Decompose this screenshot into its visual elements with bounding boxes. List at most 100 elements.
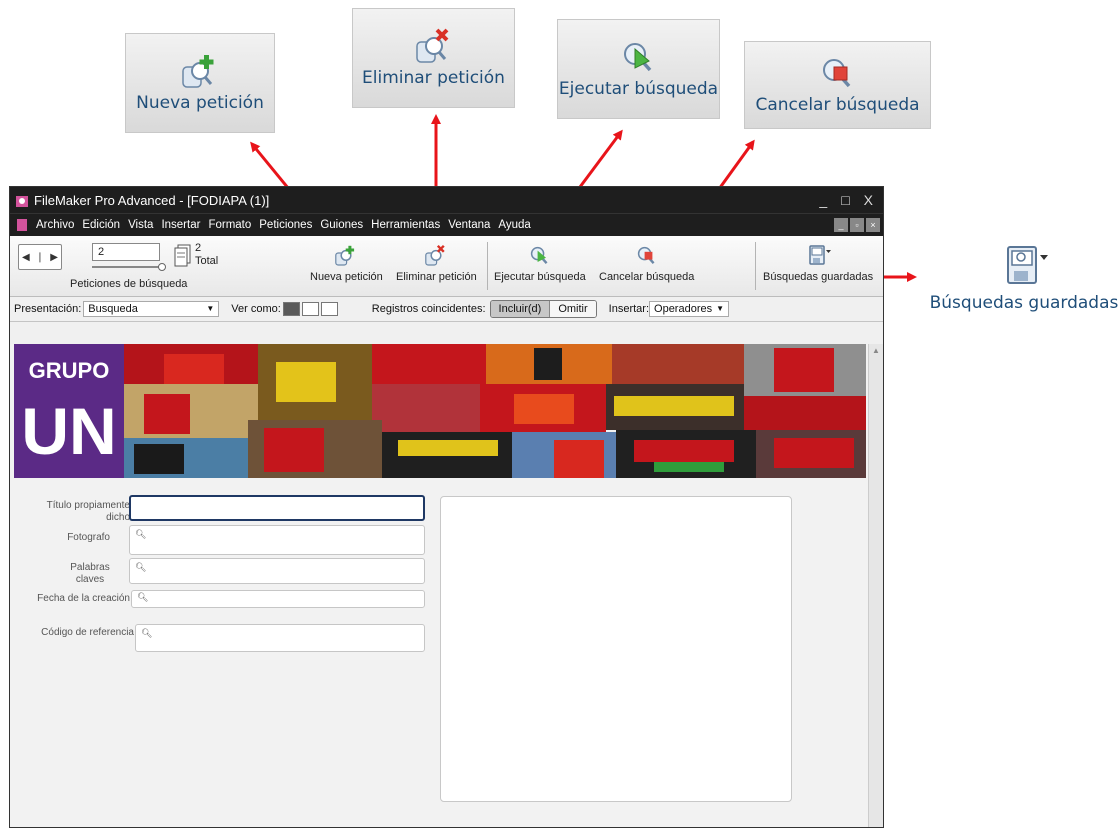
filemaker-window: FileMaker Pro Advanced - [FODIAPA (1)] _… [9,186,884,828]
callout-cancelar-label: Cancelar búsqueda [755,95,920,115]
view-form-button[interactable] [282,302,300,316]
next-record-icon[interactable]: ▶ [50,252,58,263]
nueva-peticion-label: Nueva petición [310,271,383,283]
titulo-field[interactable] [129,495,425,521]
callout-cancelar-busqueda: Cancelar búsqueda [744,41,931,129]
match-toggle: Incluir(d) Omitir [489,300,597,318]
photo-collage [124,344,866,478]
callout-nueva-label: Nueva petición [136,93,264,113]
new-request-icon [335,245,355,266]
menu-vista[interactable]: Vista [128,219,153,231]
incluir-button[interactable]: Incluir(d) [490,301,550,317]
menu-formato[interactable]: Formato [208,219,251,231]
filemaker-logo-icon [16,196,28,207]
total-count: 2 [195,242,202,254]
minimize-button[interactable]: _ [819,192,827,208]
window-title: FileMaker Pro Advanced - [FODIAPA (1)] [34,192,270,208]
cancelar-busqueda-button[interactable]: Cancelar búsqueda [599,244,694,283]
search-icon: 🔍︎ [137,592,149,602]
menu-bar: Archivo Edición Vista Insertar Formato P… [10,213,883,236]
callout-eliminar-label: Eliminar petición [362,68,505,88]
fotografo-field[interactable]: 🔍︎ [129,525,425,555]
search-icon: 🔍︎ [135,529,147,539]
saved-searches-icon [809,245,832,265]
photo-container-field[interactable] [440,496,792,802]
insertar-label: Insertar: [608,303,650,315]
titulo-label: Título propiamente dicho [46,500,130,523]
fecha-label: Fecha de la creación [37,593,130,604]
saved-searches-icon [1007,246,1048,284]
menu-archivo[interactable]: Archivo [36,219,74,231]
record-slider[interactable] [92,263,166,271]
callout-busquedas-guardadas: Búsquedas guardadas [930,228,1118,328]
presentacion-dropdown[interactable]: Busqueda ▼ [83,301,220,317]
callout-eliminar-peticion: Eliminar petición [352,8,515,108]
palabras-field[interactable]: 🔍︎ [129,558,425,584]
presentacion-label: Presentación: [14,303,82,315]
delete-request-icon [425,244,445,266]
book-navigator[interactable]: ◀ ❘ ▶ [18,244,62,270]
close-button[interactable]: X [864,192,873,208]
chevron-down-icon: ▼ [716,304,725,313]
layout-bar: Presentación: Busqueda ▼ Ver como: Regis… [10,297,883,322]
maximize-button[interactable]: □ [841,192,849,208]
fotografo-label: Fotografo [67,532,110,543]
scroll-up-icon[interactable]: ▲ [872,346,880,355]
execute-search-icon [623,43,651,72]
view-list-button[interactable] [301,302,319,316]
mdi-minimize-button[interactable]: _ [834,218,848,232]
ejecutar-busqueda-label: Ejecutar búsqueda [494,271,586,283]
menu-herramientas[interactable]: Herramientas [371,219,440,231]
codigo-field[interactable]: 🔍︎ [135,624,425,652]
new-request-icon [182,55,214,88]
menu-ayuda[interactable]: Ayuda [498,219,530,231]
ejecutar-busqueda-button[interactable]: Ejecutar búsqueda [494,244,586,283]
menu-ventana[interactable]: Ventana [448,219,490,231]
record-number-input[interactable]: 2 [92,243,160,261]
callout-ejecutar-label: Ejecutar búsqueda [558,79,719,99]
eliminar-peticion-label: Eliminar petición [396,271,477,283]
menu-insertar[interactable]: Insertar [161,219,200,231]
book-icon: ❘ [35,251,45,263]
registros-label: Registros coincidentes: [371,303,486,315]
chevron-down-icon: ▼ [206,304,215,313]
navigator-label: Peticiones de búsqueda [70,278,188,290]
layout-content: GRUPO UN Título propiamente dicho Fotogr… [10,344,870,827]
menu-edicion[interactable]: Edición [82,219,120,231]
presentacion-value: Busqueda [88,303,138,315]
title-bar: FileMaker Pro Advanced - [FODIAPA (1)] _… [10,187,883,213]
callout-guardadas-label: Búsquedas guardadas [929,293,1119,313]
insertar-dropdown[interactable]: Operadores ▼ [649,301,730,317]
cancelar-busqueda-label: Cancelar búsqueda [599,271,695,283]
document-icon [17,219,27,231]
palabras-label: Palabras claves [70,562,110,585]
codigo-label: Código de referencia [41,627,134,638]
insertar-value: Operadores [654,303,713,315]
eliminar-peticion-button[interactable]: Eliminar petición [396,244,477,283]
mdi-restore-button[interactable]: ▫ [850,218,864,232]
delete-request-icon [415,28,448,63]
execute-search-icon [530,246,548,264]
busquedas-guardadas-button[interactable]: Búsquedas guardadas [763,244,873,283]
header-banner: GRUPO UN [14,344,866,478]
toolbar-separator [487,242,488,290]
menu-guiones[interactable]: Guiones [320,219,363,231]
omitir-button[interactable]: Omitir [549,301,596,317]
callout-ejecutar-busqueda: Ejecutar búsqueda [557,19,720,119]
prev-record-icon[interactable]: ◀ [22,252,30,263]
mdi-close-button[interactable]: × [866,218,880,232]
vertical-scrollbar[interactable]: ▲ [868,344,883,827]
cancel-search-icon [822,59,850,88]
fecha-field[interactable]: 🔍︎ [131,590,425,608]
logo-top-text: GRUPO [29,358,110,383]
logo-bottom-text: UN [21,394,116,468]
status-toolbar: ◀ ❘ ▶ 2 2 Total Peticiones de búsqueda N… [10,236,883,297]
menu-peticiones[interactable]: Peticiones [259,219,312,231]
ver-como-label: Ver como: [231,303,281,315]
search-icon: 🔍︎ [141,628,153,638]
view-table-button[interactable] [320,302,338,316]
callout-nueva-peticion: Nueva petición [125,33,275,133]
nueva-peticion-button[interactable]: Nueva petición [310,244,383,283]
records-stack-icon [174,244,191,267]
busquedas-guardadas-label: Búsquedas guardadas [763,271,874,283]
